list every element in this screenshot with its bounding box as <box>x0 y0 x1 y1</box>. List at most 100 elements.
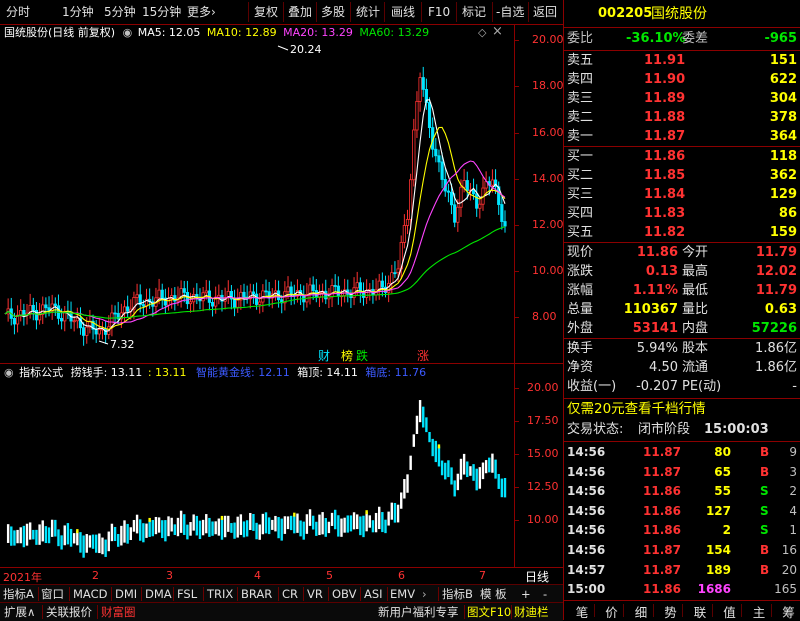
tab-obv[interactable]: OBV <box>332 585 356 603</box>
ask-price: 11.88 <box>644 108 685 127</box>
tab-indicator-b[interactable]: 指标B <box>442 585 473 603</box>
tick-row: 14:5611.862S1 <box>564 520 800 540</box>
zoom-out-button[interactable]: - <box>543 585 547 603</box>
draw-line-button[interactable]: 画线 <box>391 4 415 20</box>
f10-button[interactable]: F10 <box>428 4 450 20</box>
tick-price: 11.87 <box>643 442 681 462</box>
tab-emv[interactable]: EMV <box>390 585 415 603</box>
promo-row[interactable]: 仅需20元查看千档行情 <box>564 398 800 420</box>
tick-row: 14:5611.8780B9 <box>564 442 800 462</box>
bid-row[interactable]: 买二11.85362 <box>564 166 800 185</box>
fund-label: 流通 <box>682 358 708 377</box>
tab-extend[interactable]: 扩展∧ <box>4 603 35 621</box>
detail-tab[interactable]: 值 <box>718 602 742 621</box>
detail-tab[interactable]: 势 <box>659 602 683 621</box>
bid-row[interactable]: 买三11.84129 <box>564 185 800 204</box>
fund-label: 收益(一) <box>567 377 616 396</box>
chevron-right-icon[interactable]: › <box>422 585 427 603</box>
detail-tab[interactable]: 细 <box>629 602 653 621</box>
tab-vr[interactable]: VR <box>307 585 323 603</box>
tab-fsl[interactable]: FSL <box>177 585 197 603</box>
ask-row[interactable]: 卖四11.90622 <box>564 70 800 89</box>
tab-trix[interactable]: TRIX <box>207 585 233 603</box>
order-ratio-label: 委比 <box>567 27 593 50</box>
bid-row[interactable]: 买四11.8386 <box>564 204 800 223</box>
ask-row[interactable]: 卖三11.89304 <box>564 89 800 108</box>
ask-level-label: 卖五 <box>567 51 593 70</box>
detail-tab[interactable]: 笔 <box>570 602 594 621</box>
tab-brar[interactable]: BRAR <box>241 585 272 603</box>
ask-row[interactable]: 卖二11.88378 <box>564 108 800 127</box>
period-tab-1min[interactable]: 1分钟 <box>62 4 94 20</box>
mark-button[interactable]: 标记 <box>462 4 486 20</box>
tab-f10-graphic[interactable]: 图文F10 <box>467 603 511 621</box>
detail-tabs: 笔价细势联值主筹 <box>564 601 800 620</box>
ask-volume: 151 <box>770 51 797 70</box>
tab-related-quotes[interactable]: 关联报价 <box>46 603 92 621</box>
stat-label: 量比 <box>682 300 708 319</box>
tick-time: 14:57 <box>567 560 605 580</box>
period-tab-intraday[interactable]: 分时 <box>6 4 30 20</box>
tick-row: 14:5611.8655S2 <box>564 481 800 501</box>
tab-sidebar[interactable]: 财迪栏 <box>514 603 549 621</box>
tick-time: 14:56 <box>567 520 605 540</box>
zoom-in-button[interactable]: + <box>521 585 531 603</box>
event-tag[interactable]: 涨 <box>417 348 429 363</box>
adjust-button[interactable]: 复权 <box>254 4 278 20</box>
bid-level-label: 买四 <box>567 204 593 223</box>
period-tab-more[interactable]: 更多› <box>187 4 216 20</box>
bid-row[interactable]: 买五11.82159 <box>564 223 800 242</box>
bid-row[interactable]: 买一11.86118 <box>564 147 800 166</box>
tab-cr[interactable]: CR <box>282 585 298 603</box>
period-tab-15min[interactable]: 15分钟 <box>142 4 181 20</box>
ask-row[interactable]: 卖一11.87364 <box>564 127 800 146</box>
indicator-tick-label: 20.00 <box>527 381 559 394</box>
back-button[interactable]: 返回 <box>533 4 557 20</box>
detail-tab[interactable]: 价 <box>600 602 624 621</box>
tick-time: 14:56 <box>567 442 605 462</box>
tab-indicator-a[interactable]: 指标A <box>3 585 34 603</box>
indicator-tick-label: 12.50 <box>527 480 559 493</box>
order-ratio-row: 委比 -36.10% 委差 -965 <box>564 27 800 50</box>
statistics-button[interactable]: 统计 <box>356 4 380 20</box>
tab-asi[interactable]: ASI <box>364 585 383 603</box>
tab-macd[interactable]: MACD <box>73 585 107 603</box>
ask-row[interactable]: 卖五11.91151 <box>564 51 800 70</box>
stock-header: 002205 国统股份 <box>564 3 800 25</box>
stat-value: 0.13 <box>646 262 678 281</box>
indicator-axis: 20.0017.5015.0012.5010.00 <box>515 364 563 567</box>
event-tag[interactable]: 跌 <box>356 348 368 363</box>
tick-count: 2 <box>789 481 797 501</box>
fund-label: 换手 <box>567 339 593 358</box>
detail-tab[interactable]: 筹 <box>777 602 800 621</box>
tab-wealth-circle[interactable]: 财富圈 <box>101 603 136 621</box>
detail-tab[interactable]: 主 <box>747 602 771 621</box>
period-tab-5min[interactable]: 5分钟 <box>104 4 136 20</box>
detail-tab[interactable]: 联 <box>688 602 712 621</box>
tab-dmi[interactable]: DMI <box>115 585 137 603</box>
ask-volume: 304 <box>770 89 797 108</box>
event-tag[interactable]: 榜 <box>341 348 353 363</box>
new-user-promo-link[interactable]: 新用户福利专享 <box>378 603 459 621</box>
tab-dma[interactable]: DMA <box>145 585 172 603</box>
tick-row: 14:5711.87189B20 <box>564 560 800 580</box>
indicator-tick-label: 10.00 <box>527 513 559 526</box>
tick-count: 165 <box>774 579 797 599</box>
tick-volume: 189 <box>706 560 731 580</box>
remove-watchlist-button[interactable]: -自选 <box>496 4 524 20</box>
tick-direction: S <box>760 520 769 540</box>
tick-price: 11.86 <box>643 481 681 501</box>
quote-panel: 002205 国统股份 委比 -36.10% 委差 -965 卖五11.9115… <box>563 0 800 620</box>
tab-template[interactable]: 模 板 <box>480 585 507 603</box>
low-price-marker: 7.32 <box>110 338 135 351</box>
overlay-button[interactable]: 叠加 <box>288 4 312 20</box>
indicator-tick-label: 17.50 <box>527 414 559 427</box>
indicator-chart[interactable] <box>0 364 514 567</box>
multi-stock-button[interactable]: 多股 <box>321 4 345 20</box>
tab-window[interactable]: 窗口 <box>41 585 64 603</box>
candlestick-chart[interactable]: 20.247.32财榜跌涨 <box>0 24 514 363</box>
event-tag[interactable]: 财 <box>318 349 330 363</box>
fundamental-row: 换手5.94%股本1.86亿 <box>564 339 800 358</box>
promo-text[interactable]: 仅需20元查看千档行情 <box>567 398 706 420</box>
ask-price: 11.90 <box>644 70 685 89</box>
